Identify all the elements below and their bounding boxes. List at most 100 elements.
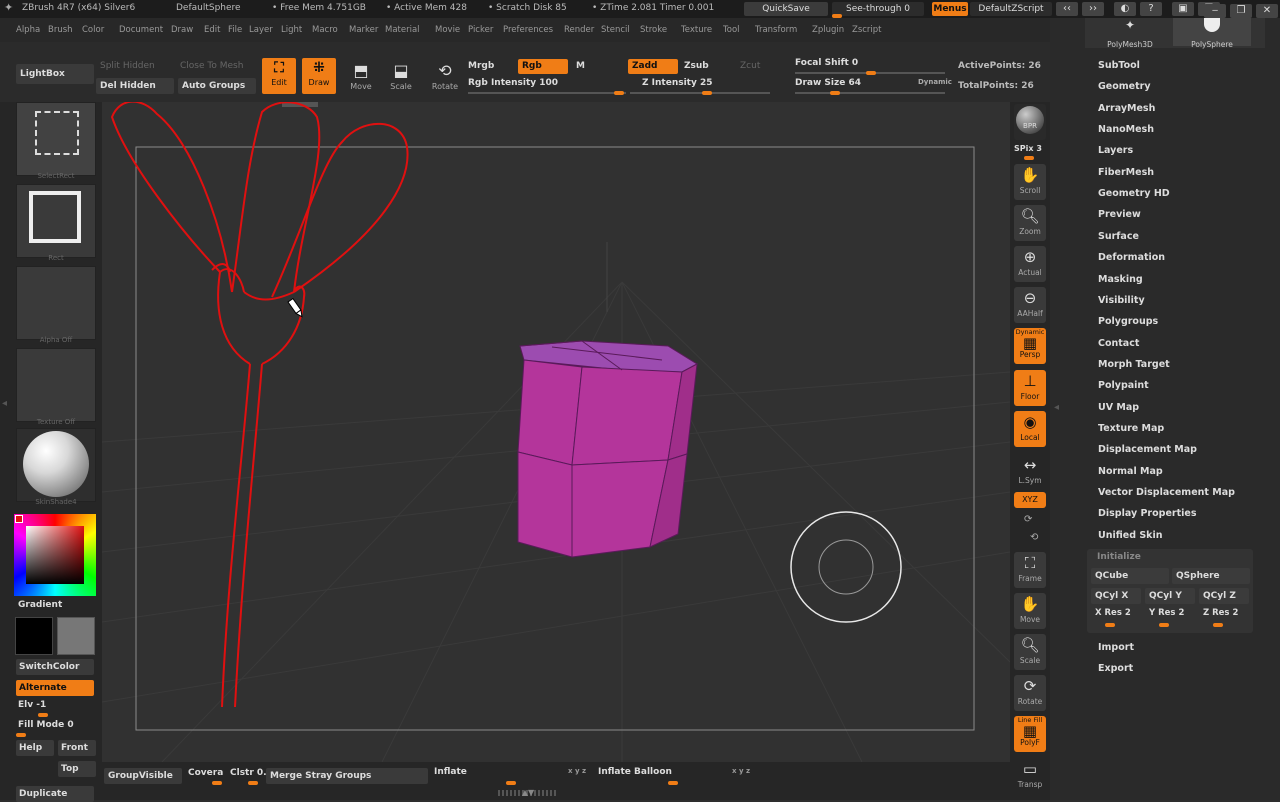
rotate-y-icon[interactable]: ⟳ <box>1024 514 1032 525</box>
qcyl-x-button[interactable]: QCyl X <box>1091 588 1141 604</box>
zoom-button[interactable]: 🔍︎ Zoom <box>1014 205 1046 241</box>
tool-subpalette-polypaint[interactable]: Polypaint <box>1098 380 1149 391</box>
menu-stencil[interactable]: Stencil <box>601 25 630 35</box>
tool-subpalette-unified-skin[interactable]: Unified Skin <box>1098 530 1163 541</box>
tool-subpalette-geometry-hd[interactable]: Geometry HD <box>1098 188 1170 199</box>
z-intensity-track[interactable] <box>630 92 770 94</box>
menu-alpha[interactable]: Alpha <box>16 25 40 35</box>
aahalf-button[interactable]: ⊖ AAHalf <box>1014 287 1046 323</box>
draw-mode-button[interactable]: ⁜ Draw <box>302 58 336 94</box>
menu-macro[interactable]: Macro <box>312 25 338 35</box>
spix-knob[interactable] <box>1024 156 1034 160</box>
tool-subpalette-visibility[interactable]: Visibility <box>1098 295 1145 306</box>
stroke-rect-thumb[interactable] <box>16 184 96 258</box>
menu-transform[interactable]: Transform <box>755 25 797 35</box>
tool-subpalette-subtool[interactable]: SubTool <box>1098 60 1140 71</box>
mrgb-button[interactable]: Mrgb <box>468 61 494 71</box>
shelf-expand-icon[interactable]: ▲▼ <box>498 789 558 797</box>
alpha-thumb[interactable] <box>16 266 96 340</box>
polymesh3d-thumb[interactable]: ✦ PolyMesh3D <box>1099 18 1161 49</box>
clstr-slider[interactable]: Clstr 0. <box>230 768 267 778</box>
frame-button[interactable]: ⛶ Frame <box>1014 552 1046 588</box>
fill-mode-slider[interactable]: Fill Mode 0 <box>18 720 74 730</box>
tool-subpalette-normal-map[interactable]: Normal Map <box>1098 466 1163 477</box>
tool-subpalette-deformation[interactable]: Deformation <box>1098 252 1165 263</box>
actual-button[interactable]: ⊕ Actual <box>1014 246 1046 282</box>
move-mode-button[interactable]: ⬒ Move <box>344 60 378 94</box>
x-res-slider[interactable]: X Res 2 <box>1095 608 1131 618</box>
transp-button[interactable]: ▭ Transp <box>1014 758 1046 794</box>
qcyl-z-button[interactable]: QCyl Z <box>1199 588 1249 604</box>
coverage-knob[interactable] <box>212 781 222 785</box>
menu-picker[interactable]: Picker <box>468 25 493 35</box>
tray-collapse-left-icon[interactable]: ◂ <box>1054 402 1059 413</box>
scroll-button[interactable]: ✋ Scroll <box>1014 164 1046 200</box>
front-button[interactable]: Front <box>58 740 96 756</box>
rgb-intensity-track[interactable] <box>468 92 626 94</box>
persp-button[interactable]: Dynamic ▦ Persp <box>1014 328 1046 364</box>
switchcolor-button[interactable]: SwitchColor <box>16 659 94 675</box>
polysphere-mesh[interactable] <box>517 340 699 558</box>
canvas-viewport[interactable] <box>102 102 1010 762</box>
layout-prev-icon[interactable]: ‹‹ <box>1056 2 1078 16</box>
zsub-button[interactable]: Zsub <box>684 61 709 71</box>
spix-slider[interactable]: SPix 3 <box>1014 144 1042 153</box>
auto-groups-button[interactable]: Auto Groups <box>178 78 256 94</box>
floor-button[interactable]: ⊥ Floor <box>1014 370 1046 406</box>
menu-texture[interactable]: Texture <box>681 25 712 35</box>
inflate-balloon-slider[interactable]: Inflate Balloon <box>598 767 672 777</box>
edit-mode-button[interactable]: ⛶ Edit <box>262 58 296 94</box>
menu-edit[interactable]: Edit <box>204 25 220 35</box>
split-hidden-button[interactable]: Split Hidden <box>100 61 155 71</box>
material-thumb[interactable] <box>16 428 96 502</box>
clstr-knob[interactable] <box>248 781 258 785</box>
tool-subpalette-polygroups[interactable]: Polygroups <box>1098 316 1158 327</box>
menu-brush[interactable]: Brush <box>48 25 73 35</box>
see-through-slider[interactable]: See-through 0 <box>832 2 924 16</box>
palette-icon[interactable]: ◐ <box>1114 2 1136 16</box>
polyf-button[interactable]: Line Fill ▦ PolyF <box>1014 716 1046 752</box>
zadd-button[interactable]: Zadd <box>628 59 678 74</box>
layout-next-icon[interactable]: ›› <box>1082 2 1104 16</box>
export-button[interactable]: Export <box>1098 663 1133 674</box>
menu-movie[interactable]: Movie <box>435 25 460 35</box>
scale-view-button[interactable]: 🔍︎ Scale <box>1014 634 1046 670</box>
tool-subpalette-texture-map[interactable]: Texture Map <box>1098 423 1164 434</box>
menu-draw[interactable]: Draw <box>171 25 193 35</box>
groupvisible-button[interactable]: GroupVisible <box>104 768 182 784</box>
menu-preferences[interactable]: Preferences <box>503 25 553 35</box>
merge-stray-groups-button[interactable]: Merge Stray Groups <box>266 768 428 784</box>
draw-size-slider[interactable]: Draw Size 64 <box>795 78 861 88</box>
help-icon[interactable]: ? <box>1140 2 1162 16</box>
default-zscript-button[interactable]: DefaultZScript <box>970 2 1052 16</box>
draw-size-track[interactable] <box>795 92 945 94</box>
lightbox-button[interactable]: LightBox <box>16 64 94 84</box>
tool-subpalette-display-properties[interactable]: Display Properties <box>1098 508 1196 519</box>
menu-zscript[interactable]: Zscript <box>852 25 882 35</box>
del-hidden-button[interactable]: Del Hidden <box>96 78 174 94</box>
y-res-slider[interactable]: Y Res 2 <box>1149 608 1184 618</box>
menu-marker[interactable]: Marker <box>349 25 378 35</box>
elv-knob[interactable] <box>38 713 48 717</box>
main-color-swatch[interactable] <box>15 617 53 655</box>
y-res-knob[interactable] <box>1159 623 1169 627</box>
tool-subpalette-contact[interactable]: Contact <box>1098 338 1139 349</box>
gradient-label[interactable]: Gradient <box>18 600 62 610</box>
menu-tool[interactable]: Tool <box>723 25 740 35</box>
dynamic-button[interactable]: Dynamic <box>918 78 952 86</box>
menu-zplugin[interactable]: Zplugin <box>812 25 844 35</box>
rgb-intensity-slider[interactable]: Rgb Intensity 100 <box>468 78 558 88</box>
rgb-button[interactable]: Rgb <box>518 59 568 74</box>
quicksave-button[interactable]: QuickSave <box>744 2 828 16</box>
menu-light[interactable]: Light <box>281 25 302 35</box>
menu-render[interactable]: Render <box>564 25 594 35</box>
coverage-slider[interactable]: Covera <box>188 768 223 778</box>
move-view-button[interactable]: ✋ Move <box>1014 593 1046 629</box>
rgb-intensity-knob[interactable] <box>614 91 624 95</box>
polysphere-thumb[interactable]: PolySphere <box>1173 18 1251 49</box>
qsphere-button[interactable]: QSphere <box>1172 568 1250 584</box>
menu-layer[interactable]: Layer <box>249 25 273 35</box>
menu-color[interactable]: Color <box>82 25 104 35</box>
menu-document[interactable]: Document <box>119 25 163 35</box>
rotate-view-button[interactable]: ⟳ Rotate <box>1014 675 1046 711</box>
